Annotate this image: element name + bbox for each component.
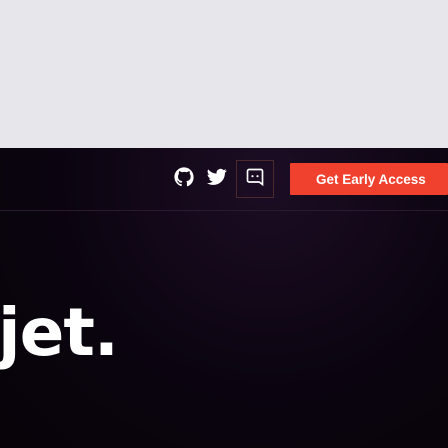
discord-icon bbox=[245, 167, 265, 192]
get-early-access-button[interactable]: Get Early Access bbox=[290, 163, 448, 195]
hero-headline: jet. bbox=[0, 294, 119, 371]
twitter-icon bbox=[207, 168, 227, 191]
discord-link[interactable] bbox=[236, 160, 274, 198]
nav-divider bbox=[0, 210, 448, 211]
github-icon bbox=[174, 166, 194, 192]
github-link[interactable] bbox=[173, 166, 195, 192]
top-band bbox=[0, 0, 448, 148]
twitter-link[interactable] bbox=[206, 168, 228, 190]
